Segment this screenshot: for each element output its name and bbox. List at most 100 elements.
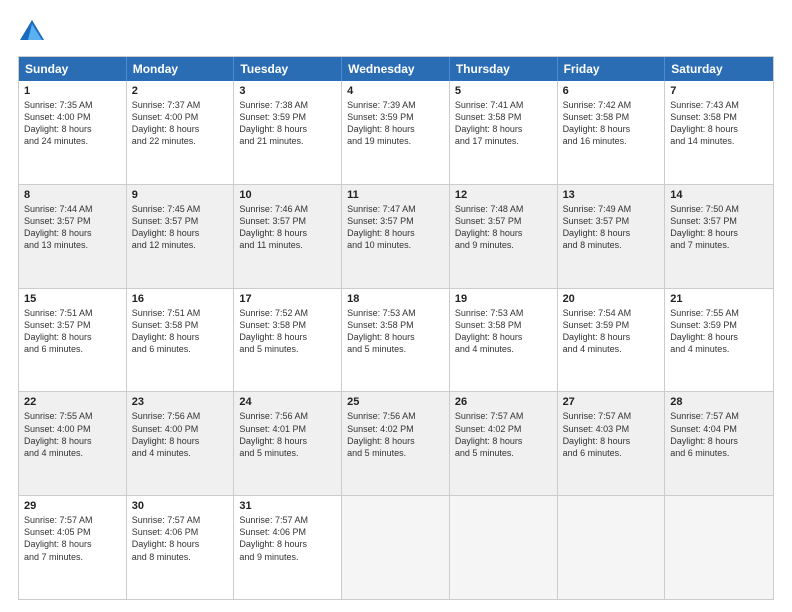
calendar-cell: 3Sunrise: 7:38 AMSunset: 3:59 PMDaylight… bbox=[234, 81, 342, 184]
calendar-cell: 8Sunrise: 7:44 AMSunset: 3:57 PMDaylight… bbox=[19, 185, 127, 288]
cell-text-line: Sunset: 4:00 PM bbox=[132, 423, 229, 435]
cell-text-line: and 8 minutes. bbox=[132, 551, 229, 563]
cell-text-line: Sunrise: 7:57 AM bbox=[132, 514, 229, 526]
cell-text-line: and 19 minutes. bbox=[347, 135, 444, 147]
calendar-cell: 23Sunrise: 7:56 AMSunset: 4:00 PMDayligh… bbox=[127, 392, 235, 495]
cell-text-line: Sunrise: 7:57 AM bbox=[563, 410, 660, 422]
day-number: 11 bbox=[347, 189, 444, 201]
cell-text-line: Sunset: 3:58 PM bbox=[455, 111, 552, 123]
calendar-cell: 18Sunrise: 7:53 AMSunset: 3:58 PMDayligh… bbox=[342, 289, 450, 392]
calendar: SundayMondayTuesdayWednesdayThursdayFrid… bbox=[18, 56, 774, 600]
day-number: 25 bbox=[347, 396, 444, 408]
cell-text-line: Daylight: 8 hours bbox=[132, 227, 229, 239]
day-number: 26 bbox=[455, 396, 552, 408]
cell-text-line: and 24 minutes. bbox=[24, 135, 121, 147]
day-number: 19 bbox=[455, 293, 552, 305]
day-number: 6 bbox=[563, 85, 660, 97]
cell-text-line: Sunset: 3:57 PM bbox=[563, 215, 660, 227]
cell-text-line: Sunrise: 7:55 AM bbox=[670, 307, 768, 319]
cell-text-line: Daylight: 8 hours bbox=[455, 435, 552, 447]
calendar-cell: 5Sunrise: 7:41 AMSunset: 3:58 PMDaylight… bbox=[450, 81, 558, 184]
cell-text-line: Daylight: 8 hours bbox=[563, 123, 660, 135]
cell-text-line: Sunset: 3:58 PM bbox=[239, 319, 336, 331]
cell-text-line: Daylight: 8 hours bbox=[455, 227, 552, 239]
cell-text-line: Daylight: 8 hours bbox=[455, 123, 552, 135]
cell-text-line: and 13 minutes. bbox=[24, 239, 121, 251]
cell-text-line: and 4 minutes. bbox=[670, 343, 768, 355]
day-number: 10 bbox=[239, 189, 336, 201]
cell-text-line: Sunrise: 7:57 AM bbox=[239, 514, 336, 526]
calendar-cell: 25Sunrise: 7:56 AMSunset: 4:02 PMDayligh… bbox=[342, 392, 450, 495]
cell-text-line: Sunrise: 7:57 AM bbox=[24, 514, 121, 526]
cell-text-line: Sunset: 3:57 PM bbox=[239, 215, 336, 227]
day-number: 21 bbox=[670, 293, 768, 305]
day-number: 8 bbox=[24, 189, 121, 201]
day-number: 7 bbox=[670, 85, 768, 97]
cell-text-line: Sunset: 4:00 PM bbox=[24, 423, 121, 435]
cell-text-line: Sunrise: 7:56 AM bbox=[132, 410, 229, 422]
cell-text-line: Daylight: 8 hours bbox=[563, 331, 660, 343]
cell-text-line: Sunset: 3:57 PM bbox=[670, 215, 768, 227]
calendar-row-1: 1Sunrise: 7:35 AMSunset: 4:00 PMDaylight… bbox=[19, 81, 773, 185]
cell-text-line: Sunrise: 7:52 AM bbox=[239, 307, 336, 319]
cell-text-line: Daylight: 8 hours bbox=[132, 538, 229, 550]
calendar-row-5: 29Sunrise: 7:57 AMSunset: 4:05 PMDayligh… bbox=[19, 496, 773, 599]
cell-text-line: Sunset: 3:57 PM bbox=[24, 215, 121, 227]
cell-text-line: Sunset: 3:57 PM bbox=[132, 215, 229, 227]
day-number: 4 bbox=[347, 85, 444, 97]
cell-text-line: Sunset: 3:58 PM bbox=[455, 319, 552, 331]
cell-text-line: Sunrise: 7:53 AM bbox=[455, 307, 552, 319]
calendar-cell: 31Sunrise: 7:57 AMSunset: 4:06 PMDayligh… bbox=[234, 496, 342, 599]
cell-text-line: Daylight: 8 hours bbox=[239, 435, 336, 447]
logo-icon bbox=[18, 18, 46, 46]
cell-text-line: Sunset: 3:58 PM bbox=[347, 319, 444, 331]
cell-text-line: and 12 minutes. bbox=[132, 239, 229, 251]
cell-text-line: Daylight: 8 hours bbox=[132, 123, 229, 135]
day-number: 14 bbox=[670, 189, 768, 201]
header-day-friday: Friday bbox=[558, 57, 666, 81]
cell-text-line: and 6 minutes. bbox=[132, 343, 229, 355]
header-day-thursday: Thursday bbox=[450, 57, 558, 81]
day-number: 22 bbox=[24, 396, 121, 408]
cell-text-line: Sunset: 3:57 PM bbox=[347, 215, 444, 227]
cell-text-line: and 10 minutes. bbox=[347, 239, 444, 251]
cell-text-line: Sunrise: 7:43 AM bbox=[670, 99, 768, 111]
cell-text-line: Sunrise: 7:37 AM bbox=[132, 99, 229, 111]
cell-text-line: Sunrise: 7:55 AM bbox=[24, 410, 121, 422]
cell-text-line: Sunrise: 7:54 AM bbox=[563, 307, 660, 319]
cell-text-line: and 7 minutes. bbox=[670, 239, 768, 251]
day-number: 27 bbox=[563, 396, 660, 408]
cell-text-line: Sunset: 4:00 PM bbox=[24, 111, 121, 123]
day-number: 9 bbox=[132, 189, 229, 201]
calendar-cell: 9Sunrise: 7:45 AMSunset: 3:57 PMDaylight… bbox=[127, 185, 235, 288]
cell-text-line: Daylight: 8 hours bbox=[563, 227, 660, 239]
cell-text-line: Daylight: 8 hours bbox=[347, 227, 444, 239]
cell-text-line: and 6 minutes. bbox=[563, 447, 660, 459]
cell-text-line: Sunset: 3:57 PM bbox=[455, 215, 552, 227]
header-day-tuesday: Tuesday bbox=[234, 57, 342, 81]
day-number: 18 bbox=[347, 293, 444, 305]
day-number: 1 bbox=[24, 85, 121, 97]
calendar-cell: 22Sunrise: 7:55 AMSunset: 4:00 PMDayligh… bbox=[19, 392, 127, 495]
calendar-cell: 6Sunrise: 7:42 AMSunset: 3:58 PMDaylight… bbox=[558, 81, 666, 184]
cell-text-line: Daylight: 8 hours bbox=[24, 538, 121, 550]
cell-text-line: Daylight: 8 hours bbox=[670, 227, 768, 239]
cell-text-line: Daylight: 8 hours bbox=[670, 331, 768, 343]
calendar-cell: 15Sunrise: 7:51 AMSunset: 3:57 PMDayligh… bbox=[19, 289, 127, 392]
calendar-cell: 1Sunrise: 7:35 AMSunset: 4:00 PMDaylight… bbox=[19, 81, 127, 184]
calendar-row-3: 15Sunrise: 7:51 AMSunset: 3:57 PMDayligh… bbox=[19, 289, 773, 393]
cell-text-line: and 6 minutes. bbox=[24, 343, 121, 355]
logo bbox=[18, 18, 50, 46]
cell-text-line: Sunrise: 7:38 AM bbox=[239, 99, 336, 111]
cell-text-line: Sunrise: 7:50 AM bbox=[670, 203, 768, 215]
cell-text-line: Sunset: 3:58 PM bbox=[563, 111, 660, 123]
cell-text-line: Daylight: 8 hours bbox=[670, 123, 768, 135]
day-number: 23 bbox=[132, 396, 229, 408]
calendar-cell: 14 Sunrise: 7:50 AMSunset: 3:57 PMDayligh… bbox=[665, 185, 773, 288]
day-number: 28 bbox=[670, 396, 768, 408]
calendar-cell: 30Sunrise: 7:57 AMSunset: 4:06 PMDayligh… bbox=[127, 496, 235, 599]
cell-text-line: and 17 minutes. bbox=[455, 135, 552, 147]
cell-text-line: and 5 minutes. bbox=[239, 343, 336, 355]
calendar-cell: 10Sunrise: 7:46 AMSunset: 3:57 PMDayligh… bbox=[234, 185, 342, 288]
cell-text-line: and 4 minutes. bbox=[563, 343, 660, 355]
